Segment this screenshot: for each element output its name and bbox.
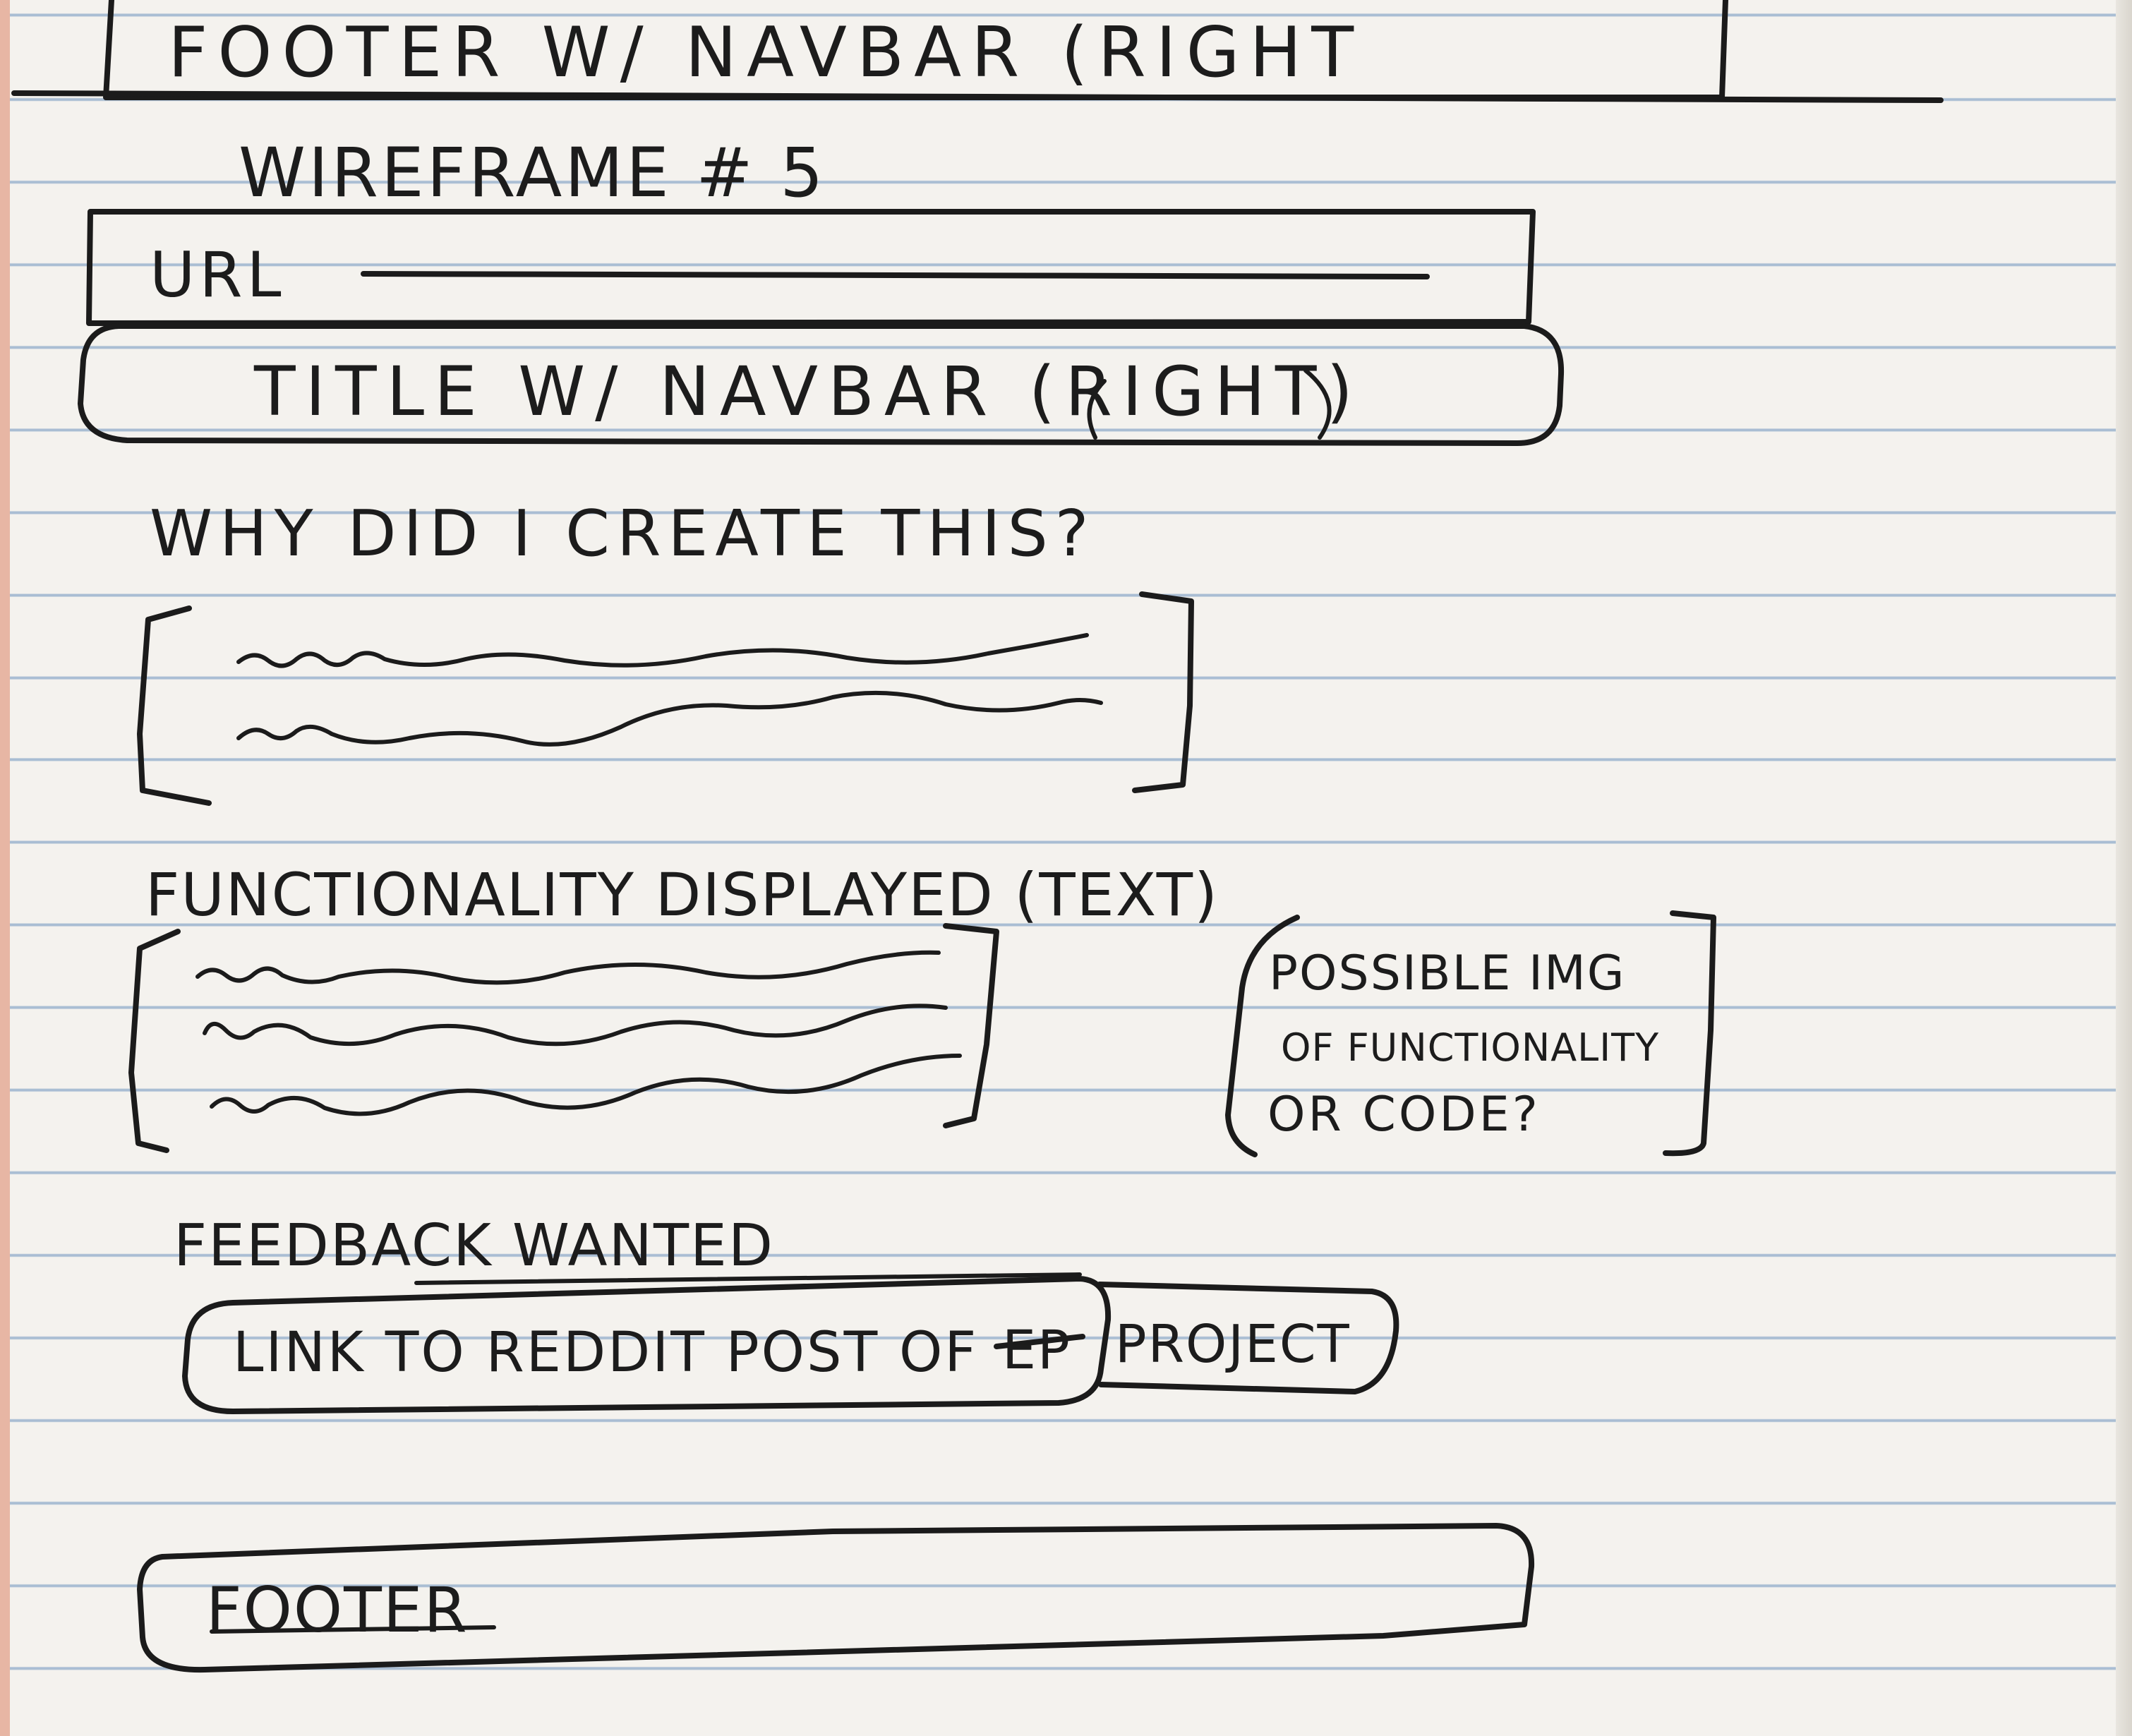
prev-footer-label: FOOTER W/ NAVBAR (RIGHT [168,13,1364,93]
func-box-right-bracket [943,923,999,1128]
func-squiggle-3 [210,1054,962,1116]
footer-label: FOOTER [206,1574,469,1646]
func-squiggle-2 [203,1003,948,1047]
why-box-left-bracket [137,605,212,806]
notebook-page: FOOTER W/ NAVBAR (RIGHT WIREFRAME # 5 UR… [0,0,2132,1736]
url-bar-box [86,209,1536,326]
func-box-left-bracket [128,929,181,1153]
functionality-heading: FUNCTIONALITY DISPLAYED (TEXT) [145,860,1219,929]
url-label: URL [150,239,286,311]
why-box-right-bracket [1132,591,1194,793]
why-squiggle-2 [236,690,1103,747]
why-heading: WHY DID I CREATE THIS? [150,497,1096,571]
img-box-right-bracket [1663,910,1716,1157]
link-button-tail[interactable]: PROJECT [1115,1313,1351,1376]
image-box-label-line2: OF FUNCTIONALITY [1281,1025,1660,1070]
image-box-label-line1: POSSIBLE IMG [1269,946,1626,1001]
feedback-heading: FEEDBACK WANTED [174,1212,775,1279]
image-box-label-line3: OR CODE? [1267,1087,1541,1143]
func-squiggle-1 [195,950,941,985]
link-button-label[interactable]: LINK TO REDDIT POST OF [233,1321,978,1385]
link-button-struck-text: EP [1002,1318,1071,1381]
wireframe-title: WIREFRAME # 5 [239,133,826,212]
url-line [361,271,1430,279]
header-title-label: TITLE W/ NAVBAR (RIGHT) [254,352,1363,431]
why-squiggle-1 [236,633,1089,668]
